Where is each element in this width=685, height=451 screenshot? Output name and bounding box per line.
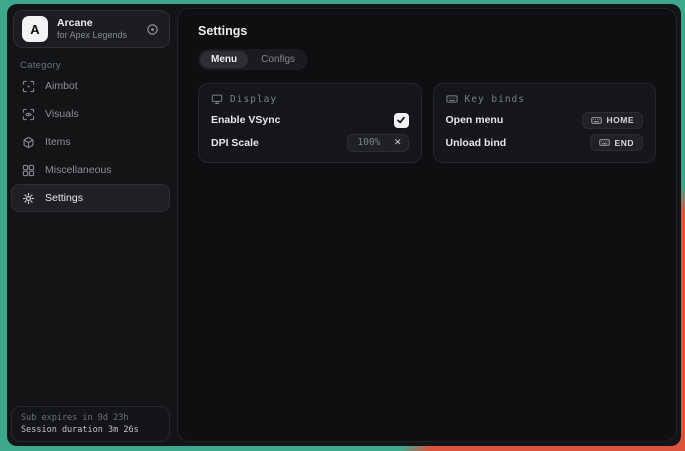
dpi-value: 100% [358, 137, 381, 148]
unload-bind-row: Unload bind END [446, 132, 644, 155]
open-menu-label: Open menu [446, 114, 504, 126]
keyboard-icon [599, 137, 610, 148]
sidebar-nav: Aimbot Visuals Items [11, 72, 170, 212]
dpi-label: DPI Scale [211, 137, 259, 149]
session-duration-text: Session duration 3m 26s [21, 425, 160, 435]
sidebar-item-label: Settings [45, 192, 83, 204]
unload-keybind-button[interactable]: END [590, 134, 643, 151]
open-menu-keybind-button[interactable]: HOME [582, 112, 644, 129]
sidebar-item-label: Aimbot [45, 80, 78, 92]
open-menu-key: HOME [607, 115, 635, 125]
vsync-row: Enable VSync [211, 109, 409, 132]
sidebar-item-settings[interactable]: Settings [11, 184, 170, 212]
sidebar-item-label: Miscellaneous [45, 164, 112, 176]
sidebar-item-items[interactable]: Items [11, 128, 170, 156]
session-info-card: Sub expires in 9d 23h Session duration 3… [11, 406, 170, 442]
keybinds-card-title: Key binds [465, 94, 525, 105]
crosshair-icon [22, 80, 35, 93]
checkmark-icon [396, 115, 406, 125]
eye-scan-icon [22, 108, 35, 121]
page-title: Settings [198, 24, 656, 38]
sidebar-item-visuals[interactable]: Visuals [11, 100, 170, 128]
tab-configs[interactable]: Configs [250, 51, 306, 68]
tab-menu[interactable]: Menu [200, 51, 248, 68]
keyboard-icon [446, 93, 458, 105]
keybinds-card: Key binds Open menu HOME [433, 83, 657, 163]
unload-bind-key: END [615, 138, 634, 148]
sidebar-item-aimbot[interactable]: Aimbot [11, 72, 170, 100]
target-icon[interactable] [146, 23, 159, 36]
cube-icon [22, 136, 35, 149]
app-header-card: A Arcane for Apex Legends [13, 10, 170, 48]
grid-icon [22, 164, 35, 177]
sidebar-item-label: Items [45, 136, 71, 148]
sub-expiry-text: Sub expires in 9d 23h [21, 413, 160, 423]
display-card: Display Enable VSync DPI Scale 100% ✕ [198, 83, 422, 163]
app-subtitle: for Apex Legends [57, 30, 146, 41]
vsync-checkbox[interactable] [394, 113, 409, 128]
app-name: Arcane [57, 17, 146, 29]
main-panel: Settings Menu Configs Display En [177, 8, 677, 442]
sidebar-item-label: Visuals [45, 108, 79, 120]
sidebar-item-miscellaneous[interactable]: Miscellaneous [11, 156, 170, 184]
dpi-row: DPI Scale 100% ✕ [211, 132, 409, 155]
app-logo: A [22, 16, 48, 42]
dpi-scale-input[interactable]: 100% ✕ [347, 134, 409, 152]
gear-icon [22, 192, 35, 205]
open-menu-row: Open menu HOME [446, 109, 644, 132]
monitor-icon [211, 93, 223, 105]
category-label: Category [20, 60, 61, 71]
display-card-title: Display [230, 94, 277, 105]
clear-icon[interactable]: ✕ [394, 138, 402, 147]
tab-group: Menu Configs [198, 49, 308, 70]
unload-bind-label: Unload bind [446, 137, 507, 149]
vsync-label: Enable VSync [211, 114, 280, 126]
keyboard-icon [591, 115, 602, 126]
app-window: A Arcane for Apex Legends Category Aimbo… [7, 4, 681, 446]
